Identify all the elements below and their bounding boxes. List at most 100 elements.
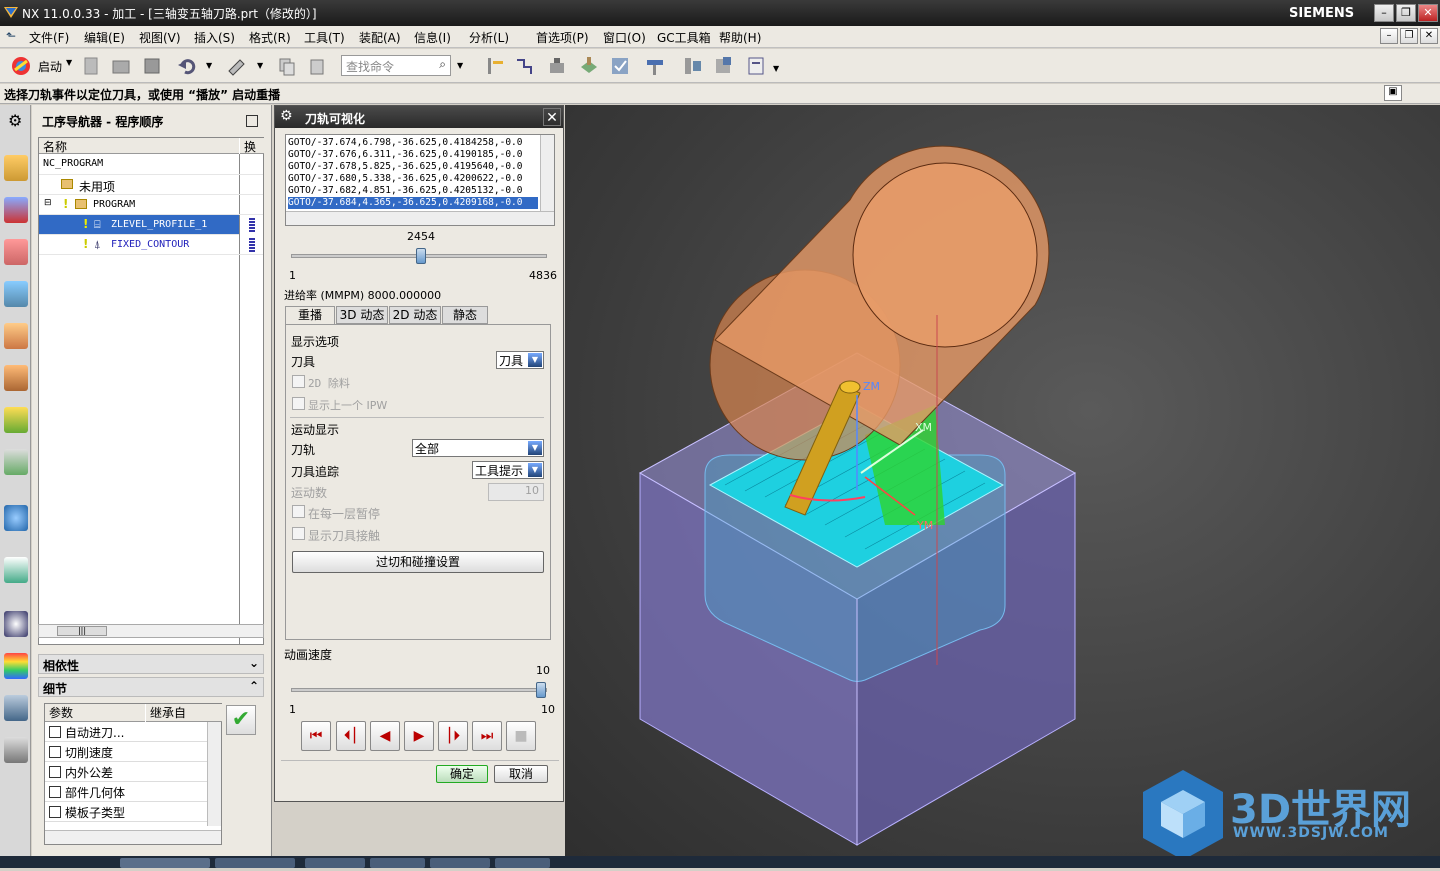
menu-tools[interactable]: 工具(T) <box>304 29 345 46</box>
taskbar-item[interactable] <box>370 858 425 868</box>
list-icon[interactable] <box>682 55 704 77</box>
doc-minimize-button[interactable]: – <box>1380 28 1398 44</box>
menu-gc-toolbox[interactable]: GC工具箱 <box>657 29 711 46</box>
menu-analysis[interactable]: 分析(L) <box>469 29 509 46</box>
menu-info[interactable]: 信息(I) <box>414 29 451 46</box>
taskbar-item[interactable] <box>430 858 490 868</box>
dependencies-section[interactable]: 相依性 ⌄ <box>38 654 264 674</box>
row-checkbox[interactable] <box>49 726 61 738</box>
part-navigator-icon[interactable] <box>4 239 28 265</box>
dialog-settings-icon[interactable]: ⚙ <box>280 108 293 124</box>
verify-icon[interactable] <box>609 55 631 77</box>
speed-slider-thumb[interactable] <box>536 682 546 698</box>
goto-listbox[interactable]: GOTO/-37.674,6.798,-36.625,0.4184258,-0.… <box>285 134 555 226</box>
goto-line[interactable]: GOTO/-37.678,5.825,-36.625,0.4195640,-0.… <box>288 161 523 173</box>
analysis-icon[interactable] <box>4 653 28 679</box>
details-section[interactable]: 细节 ⌃ <box>38 677 264 697</box>
simulate-icon[interactable] <box>645 55 667 77</box>
scroll-thumb[interactable]: ||| <box>57 626 107 636</box>
row-checkbox[interactable] <box>49 806 61 818</box>
menu-preferences[interactable]: 首选项(P) <box>536 29 589 46</box>
operation-navigator-icon[interactable] <box>4 281 28 307</box>
goto-line[interactable]: GOTO/-37.674,6.798,-36.625,0.4184258,-0.… <box>288 137 523 149</box>
graphics-window[interactable]: ZM XM YM 3D世界网 WWW.3DSJW.COM <box>565 105 1440 868</box>
output-icon[interactable] <box>745 55 767 77</box>
position-slider[interactable] <box>291 248 547 264</box>
col-header-toolchange[interactable]: 换刀 <box>240 138 264 154</box>
tool-library-icon[interactable] <box>4 737 28 763</box>
menu-help[interactable]: 帮助(H) <box>719 29 761 46</box>
edit-dropdown-icon[interactable]: ▼ <box>257 61 263 70</box>
tab-3d-dynamic[interactable]: 3D 动态 <box>336 306 388 324</box>
details-row[interactable]: 内外公差 <box>45 762 207 782</box>
minimize-button[interactable]: – <box>1374 4 1394 22</box>
open-folder-icon[interactable] <box>110 55 132 77</box>
step-backward-button[interactable]: ⏴⎮ <box>336 721 366 751</box>
command-search-input[interactable]: 查找命令 ⌕ <box>341 55 451 76</box>
reuse-library-icon[interactable] <box>4 365 28 391</box>
row-checkbox[interactable] <box>49 786 61 798</box>
goto-line[interactable]: GOTO/-37.680,5.338,-36.625,0.4200622,-0.… <box>288 173 523 185</box>
apply-check-button[interactable]: ✔ <box>226 705 256 735</box>
tab-2d-dynamic[interactable]: 2D 动态 <box>389 306 441 324</box>
doc-close-button[interactable]: ✕ <box>1420 28 1438 44</box>
visualization-icon[interactable] <box>4 449 28 475</box>
tab-static[interactable]: 静态 <box>442 306 488 324</box>
taskbar-item[interactable] <box>305 858 365 868</box>
details-row[interactable]: 模板子类型 <box>45 802 207 822</box>
show-prev-ipw-checkbox[interactable] <box>292 397 305 410</box>
paste-icon[interactable] <box>306 55 328 77</box>
details-hscrollbar[interactable] <box>45 830 221 844</box>
save-icon[interactable] <box>141 55 163 77</box>
taskbar-item[interactable] <box>120 858 210 868</box>
step-forward-button[interactable]: ⎮⏵ <box>438 721 468 751</box>
tree-row[interactable]: ! ⍋ FIXED_CONTOUR <box>39 235 263 255</box>
doc-restore-button[interactable]: ❐ <box>1400 28 1418 44</box>
process-studio-icon[interactable] <box>4 695 28 721</box>
tree-row[interactable]: NC_PROGRAM <box>39 155 263 175</box>
pause-each-layer-checkbox[interactable] <box>292 505 305 518</box>
info-icon[interactable] <box>4 505 28 531</box>
details-row[interactable]: 切削速度 <box>45 742 207 762</box>
goto-line[interactable]: GOTO/-37.682,4.851,-36.625,0.4205132,-0.… <box>288 185 523 197</box>
search-dropdown-icon[interactable]: ▼ <box>457 61 463 70</box>
goto-vscrollbar[interactable] <box>540 135 554 211</box>
cancel-button[interactable]: 取消 <box>494 765 548 783</box>
role-library-icon[interactable] <box>4 407 28 433</box>
menu-assembly[interactable]: 装配(A) <box>359 29 401 46</box>
row-checkbox[interactable] <box>49 766 61 778</box>
menu-window[interactable]: 窗口(O) <box>603 29 646 46</box>
motion-count-input[interactable]: 10 <box>488 483 544 501</box>
ok-button[interactable]: 确定 <box>436 765 488 783</box>
tree-row[interactable]: ⊟! PROGRAM <box>39 195 263 215</box>
row-checkbox[interactable] <box>49 746 61 758</box>
dialog-close-icon[interactable]: ✕ <box>543 108 561 126</box>
machine-navigator-icon[interactable] <box>4 323 28 349</box>
goto-line-selected[interactable]: GOTO/-37.684,4.365,-36.625,0.4209168,-0.… <box>288 197 538 209</box>
undo-dropdown-icon[interactable]: ▼ <box>206 61 212 70</box>
resource-settings-icon[interactable]: ⚙ <box>8 111 22 130</box>
edit-object-icon[interactable] <box>226 55 248 77</box>
restore-button[interactable]: ❐ <box>1396 4 1416 22</box>
play-reverse-button[interactable]: ◀ <box>370 721 400 751</box>
details-vscrollbar[interactable] <box>207 722 221 826</box>
shop-doc-icon[interactable] <box>713 55 735 77</box>
rewind-to-start-button[interactable]: ⏮ <box>301 721 331 751</box>
machine-icon[interactable] <box>578 55 600 77</box>
post-process-icon[interactable] <box>546 55 568 77</box>
menu-format[interactable]: 格式(R) <box>249 29 291 46</box>
undo-icon[interactable] <box>176 55 198 77</box>
menu-view[interactable]: 视图(V) <box>139 29 181 46</box>
remove-2d-checkbox[interactable] <box>292 375 305 388</box>
tree-row[interactable]: 未用项 <box>39 175 263 195</box>
history-clock-icon[interactable] <box>4 611 28 637</box>
goto-line[interactable]: GOTO/-37.676,6.311,-36.625,0.4190185,-0.… <box>288 149 523 161</box>
play-forward-button[interactable]: ▶ <box>404 721 434 751</box>
menu-edit[interactable]: 编辑(E) <box>84 29 125 46</box>
fullscreen-icon[interactable]: ▣ <box>1384 85 1402 101</box>
tool-create-icon[interactable] <box>484 55 506 77</box>
tab-replay[interactable]: 重播 <box>285 306 335 325</box>
copy-icon[interactable] <box>276 55 298 77</box>
stop-button[interactable]: ■ <box>506 721 536 751</box>
details-row[interactable]: 自动进刀... <box>45 722 207 742</box>
